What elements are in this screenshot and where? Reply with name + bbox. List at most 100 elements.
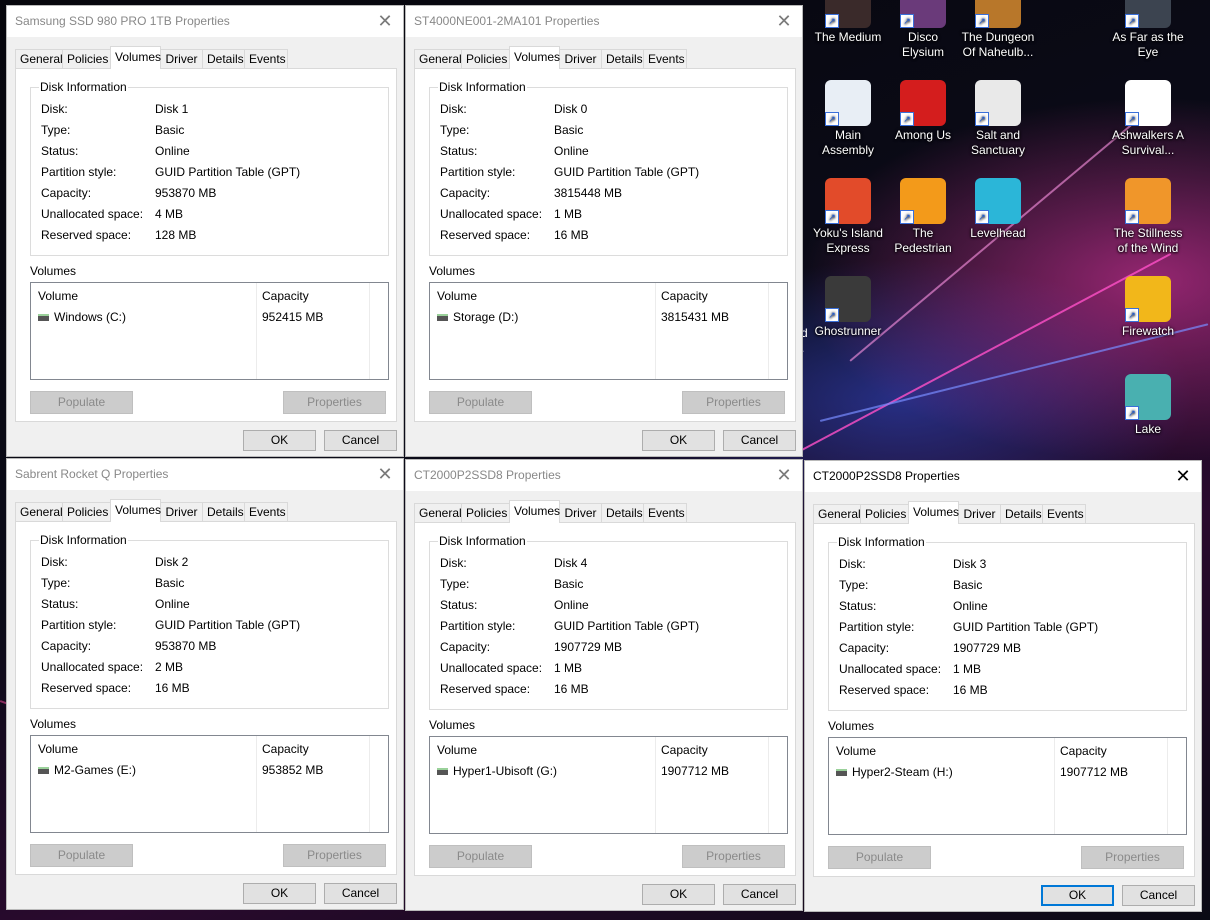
populate-button[interactable]: Populate — [30, 391, 133, 414]
desktop-shortcut-ashwalkers[interactable]: ↗ Ashwalkers A Survival... — [1111, 80, 1185, 158]
close-icon[interactable]: ✕ — [1171, 464, 1195, 488]
properties-button[interactable]: Properties — [682, 391, 785, 414]
column-header-volume[interactable]: Volume — [437, 743, 477, 757]
tab-details[interactable]: Details — [202, 502, 245, 522]
volume-list-item[interactable]: Hyper1-Ubisoft (G:) — [437, 764, 557, 778]
ok-button[interactable]: OK — [642, 430, 715, 451]
tab-policies[interactable]: Policies — [62, 49, 111, 69]
tab-volumes[interactable]: Volumes — [110, 499, 161, 522]
desktop-shortcut-salt-and-sanctuary[interactable]: ↗ Salt and Sanctuary — [961, 80, 1035, 158]
cancel-button[interactable]: Cancel — [324, 430, 397, 451]
tab-general[interactable]: General — [414, 49, 462, 69]
column-header-capacity[interactable]: Capacity — [262, 742, 309, 756]
tab-general[interactable]: General — [15, 502, 63, 522]
desktop-shortcut-among-us[interactable]: ↗ Among Us — [886, 80, 960, 143]
volumes-list[interactable]: Volume Capacity Hyper1-Ubisoft (G:) 1907… — [429, 736, 788, 834]
desktop-shortcut-the-medium[interactable]: ↗ The Medium — [811, 0, 885, 45]
tab-details[interactable]: Details — [202, 49, 245, 69]
tab-events[interactable]: Events — [1042, 504, 1086, 524]
tab-volumes[interactable]: Volumes — [509, 46, 560, 69]
title-bar[interactable]: CT2000P2SSD8 Properties ✕ — [406, 460, 802, 491]
tab-policies[interactable]: Policies — [461, 49, 510, 69]
tab-policies[interactable]: Policies — [62, 502, 111, 522]
column-header-capacity[interactable]: Capacity — [661, 289, 708, 303]
volumes-list[interactable]: Volume Capacity M2-Games (E:) 953852 MB — [30, 735, 389, 833]
window-title: Samsung SSD 980 PRO 1TB Properties — [15, 14, 230, 28]
populate-button[interactable]: Populate — [429, 845, 532, 868]
info-value: Disk 4 — [554, 556, 588, 570]
column-header-volume[interactable]: Volume — [38, 289, 78, 303]
ok-button[interactable]: OK — [243, 430, 316, 451]
tab-volumes[interactable]: Volumes — [110, 46, 161, 69]
tab-events[interactable]: Events — [643, 503, 687, 523]
volume-list-item[interactable]: Windows (C:) — [38, 310, 126, 324]
cancel-button[interactable]: Cancel — [1122, 885, 1195, 906]
desktop-shortcut-main-assembly[interactable]: ↗ Main Assembly — [811, 80, 885, 158]
tab-policies[interactable]: Policies — [461, 503, 510, 523]
desktop-shortcut-disco-elysium[interactable]: ↗ Disco Elysium — [886, 0, 960, 60]
tab-driver[interactable]: Driver — [160, 49, 203, 69]
tab-volumes[interactable]: Volumes — [509, 500, 560, 523]
desktop-shortcut-dungeon-naheulbeuk[interactable]: ↗ The Dungeon Of Naheulb... — [961, 0, 1035, 60]
desktop-shortcut-levelhead[interactable]: ↗ Levelhead — [961, 178, 1035, 241]
tab-events[interactable]: Events — [643, 49, 687, 69]
ok-button[interactable]: OK — [243, 883, 316, 904]
volumes-list[interactable]: Volume Capacity Hyper2-Steam (H:) 190771… — [828, 737, 1187, 835]
tab-general[interactable]: General — [414, 503, 462, 523]
populate-button[interactable]: Populate — [429, 391, 532, 414]
desktop-shortcut-lake[interactable]: ↗ Lake — [1111, 374, 1185, 437]
desktop-shortcut-stillness-of-the-wind[interactable]: ↗ The Stillness of the Wind — [1111, 178, 1185, 256]
close-icon[interactable]: ✕ — [772, 9, 796, 33]
column-header-capacity[interactable]: Capacity — [661, 743, 708, 757]
tab-events[interactable]: Events — [244, 49, 288, 69]
column-header-capacity[interactable]: Capacity — [262, 289, 309, 303]
title-bar[interactable]: Sabrent Rocket Q Properties ✕ — [7, 459, 403, 490]
tab-events[interactable]: Events — [244, 502, 288, 522]
desktop-shortcut-firewatch[interactable]: ↗ Firewatch — [1111, 276, 1185, 339]
properties-button[interactable]: Properties — [682, 845, 785, 868]
desktop-shortcut-ghostrunner[interactable]: ↗ Ghostrunner — [811, 276, 885, 339]
tab-details[interactable]: Details — [1000, 504, 1043, 524]
volumes-list[interactable]: Volume Capacity Windows (C:) 952415 MB — [30, 282, 389, 380]
desktop-shortcut-the-pedestrian[interactable]: ↗ The Pedestrian — [886, 178, 960, 256]
column-header-volume[interactable]: Volume — [836, 744, 876, 758]
tab-driver[interactable]: Driver — [958, 504, 1001, 524]
title-bar[interactable]: CT2000P2SSD8 Properties ✕ — [805, 461, 1201, 492]
volume-list-item[interactable]: Hyper2-Steam (H:) — [836, 765, 953, 779]
properties-button[interactable]: Properties — [283, 391, 386, 414]
tab-policies[interactable]: Policies — [860, 504, 909, 524]
desktop-shortcut-yokus-island[interactable]: ↗ Yoku's Island Express — [811, 178, 885, 256]
close-icon[interactable]: ✕ — [772, 463, 796, 487]
cancel-button[interactable]: Cancel — [723, 884, 796, 905]
volume-list-item[interactable]: Storage (D:) — [437, 310, 518, 324]
column-header-volume[interactable]: Volume — [437, 289, 477, 303]
tab-details[interactable]: Details — [601, 49, 644, 69]
info-value: 3815448 MB — [554, 186, 623, 200]
column-header-capacity[interactable]: Capacity — [1060, 744, 1107, 758]
cancel-button[interactable]: Cancel — [324, 883, 397, 904]
properties-button[interactable]: Properties — [1081, 846, 1184, 869]
desktop-shortcut-as-far-as-the-eye[interactable]: ↗ As Far as the Eye — [1111, 0, 1185, 60]
volumes-list[interactable]: Volume Capacity Storage (D:) 3815431 MB — [429, 282, 788, 380]
tab-driver[interactable]: Driver — [559, 503, 602, 523]
tab-general[interactable]: General — [15, 49, 63, 69]
close-icon[interactable]: ✕ — [373, 462, 397, 486]
properties-button[interactable]: Properties — [283, 844, 386, 867]
populate-button[interactable]: Populate — [828, 846, 931, 869]
tab-general[interactable]: General — [813, 504, 861, 524]
column-header-volume[interactable]: Volume — [38, 742, 78, 756]
tab-driver[interactable]: Driver — [160, 502, 203, 522]
cancel-button[interactable]: Cancel — [723, 430, 796, 451]
title-bar[interactable]: ST4000NE001-2MA101 Properties ✕ — [406, 6, 802, 37]
tab-volumes[interactable]: Volumes — [908, 501, 959, 524]
info-value: GUID Partition Table (GPT) — [554, 619, 700, 633]
close-icon[interactable]: ✕ — [373, 9, 397, 33]
tab-details[interactable]: Details — [601, 503, 644, 523]
ok-button[interactable]: OK — [1041, 885, 1114, 906]
title-bar[interactable]: Samsung SSD 980 PRO 1TB Properties ✕ — [7, 6, 403, 37]
tab-driver[interactable]: Driver — [559, 49, 602, 69]
desktop-shortcut-label: The Pedestrian — [894, 226, 952, 255]
populate-button[interactable]: Populate — [30, 844, 133, 867]
volume-list-item[interactable]: M2-Games (E:) — [38, 763, 136, 777]
ok-button[interactable]: OK — [642, 884, 715, 905]
